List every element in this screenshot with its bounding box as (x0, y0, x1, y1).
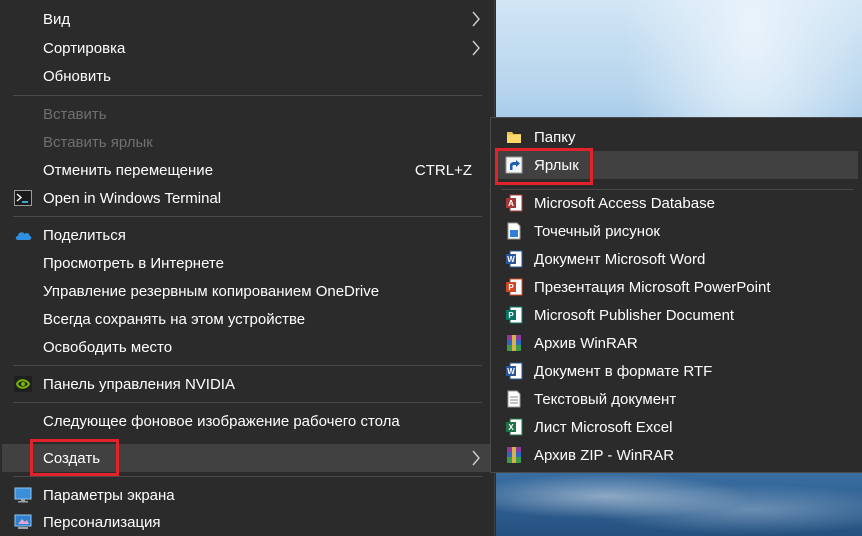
submenu-item-rtf[interactable]: W Документ в формате RTF (496, 357, 858, 385)
menu-item-label: Обновить (43, 67, 111, 85)
winrar-icon (507, 335, 521, 351)
chevron-right-icon (472, 11, 480, 27)
submenu-item-label: Точечный рисунок (534, 222, 660, 240)
svg-text:X: X (508, 423, 514, 432)
submenu-item-shortcut[interactable]: Ярлык (496, 151, 858, 179)
submenu-item-label: Презентация Microsoft PowerPoint (534, 278, 771, 296)
menu-item-label: Вставить (43, 105, 107, 123)
menu-separator (13, 365, 482, 366)
submenu-item-label: Microsoft Publisher Document (534, 306, 735, 324)
menu-separator (13, 476, 482, 477)
menu-item-label: Вставить ярлык (43, 133, 153, 151)
personalization-icon (14, 514, 32, 529)
onedrive-cloud-icon (15, 232, 32, 240)
menu-item-view[interactable]: Вид (2, 5, 492, 33)
menu-item-view-online[interactable]: Просмотреть в Интернете (2, 249, 492, 277)
excel-icon: X (506, 418, 523, 436)
submenu-item-folder[interactable]: Папку (496, 123, 858, 151)
menu-item-label: Всегда сохранять на этом устройстве (43, 310, 306, 328)
submenu-item-word[interactable]: W Документ Microsoft Word (496, 245, 858, 273)
menu-item-label: Вид (43, 10, 71, 28)
display-settings-icon (14, 487, 32, 503)
svg-text:P: P (508, 283, 514, 292)
rtf-icon: W (506, 362, 523, 380)
menu-item-sort[interactable]: Сортировка (2, 34, 492, 62)
submenu-item-zip-winrar[interactable]: Архив ZIP - WinRAR (496, 441, 858, 469)
svg-text:W: W (507, 367, 515, 376)
menu-item-paste: Вставить (2, 100, 492, 128)
submenu-item-label: Папку (534, 128, 576, 146)
menu-item-paste-shortcut: Вставить ярлык (2, 128, 492, 156)
submenu-item-label: Текстовый документ (534, 390, 677, 408)
menu-item-share[interactable]: Поделиться (2, 221, 492, 249)
svg-text:A: A (508, 199, 514, 208)
word-icon: W (506, 250, 523, 268)
terminal-icon (14, 190, 32, 206)
publisher-icon: P (506, 306, 523, 324)
menu-item-nvidia-panel[interactable]: Панель управления NVIDIA (2, 370, 492, 398)
submenu-item-excel[interactable]: X Лист Microsoft Excel (496, 413, 858, 441)
nvidia-icon (14, 376, 32, 392)
desktop-context-menu: Вид Сортировка Обновить Вставить Вставит… (0, 0, 495, 536)
submenu-item-access[interactable]: A Microsoft Access Database (496, 189, 858, 217)
wallpaper-wave (496, 470, 862, 536)
submenu-item-label: Ярлык (534, 156, 579, 174)
folder-icon (507, 132, 521, 143)
shortcut-hint: CTRL+Z (414, 161, 472, 179)
menu-item-label: Параметры экрана (43, 486, 175, 504)
submenu-item-label: Документ Microsoft Word (534, 250, 706, 268)
bitmap-icon (507, 222, 521, 240)
menu-item-label: Open in Windows Terminal (43, 189, 222, 207)
menu-separator (13, 216, 482, 217)
shortcut-icon (505, 156, 523, 174)
submenu-item-publisher[interactable]: P Microsoft Publisher Document (496, 301, 858, 329)
submenu-item-label: Архив WinRAR (534, 334, 638, 352)
menu-item-label: Следующее фоновое изображение рабочего с… (43, 412, 400, 430)
menu-item-label: Поделиться (43, 226, 126, 244)
menu-item-next-wallpaper[interactable]: Следующее фоновое изображение рабочего с… (2, 407, 492, 435)
submenu-item-powerpoint[interactable]: P Презентация Microsoft PowerPoint (496, 273, 858, 301)
powerpoint-icon: P (506, 278, 523, 296)
new-submenu: Папку Ярлык A Microsoft Access Database … (490, 117, 862, 473)
menu-separator (13, 95, 482, 96)
menu-item-refresh[interactable]: Обновить (2, 62, 492, 90)
menu-item-label: Управление резервным копированием OneDri… (43, 282, 380, 300)
chevron-right-icon (472, 450, 480, 466)
menu-item-open-terminal[interactable]: Open in Windows Terminal (2, 184, 492, 212)
menu-item-new[interactable]: Создать (2, 444, 492, 472)
menu-item-display-settings[interactable]: Параметры экрана (2, 481, 492, 509)
menu-item-label: Освободить место (43, 338, 173, 356)
text-document-icon (507, 390, 521, 408)
menu-item-label: Отменить перемещение (43, 161, 214, 179)
menu-separator (13, 402, 482, 403)
submenu-item-bitmap[interactable]: Точечный рисунок (496, 217, 858, 245)
svg-text:W: W (507, 255, 515, 264)
submenu-item-text[interactable]: Текстовый документ (496, 385, 858, 413)
menu-item-always-keep[interactable]: Всегда сохранять на этом устройстве (2, 305, 492, 333)
submenu-item-winrar[interactable]: Архив WinRAR (496, 329, 858, 357)
submenu-item-label: Архив ZIP - WinRAR (534, 446, 675, 464)
menu-item-personalization[interactable]: Персонализация (2, 508, 492, 536)
menu-item-label: Создать (43, 449, 101, 467)
access-icon: A (506, 194, 523, 212)
menu-item-manage-backup[interactable]: Управление резервным копированием OneDri… (2, 277, 492, 305)
menu-item-label: Персонализация (43, 513, 161, 531)
menu-item-label: Просмотреть в Интернете (43, 254, 224, 272)
menu-item-undo-move[interactable]: Отменить перемещение CTRL+Z (2, 156, 492, 184)
svg-text:P: P (508, 311, 514, 320)
menu-item-label: Панель управления NVIDIA (43, 375, 235, 393)
menu-item-label: Сортировка (43, 39, 126, 57)
submenu-item-label: Microsoft Access Database (534, 194, 715, 212)
submenu-item-label: Документ в формате RTF (534, 362, 713, 380)
submenu-item-label: Лист Microsoft Excel (534, 418, 673, 436)
chevron-right-icon (472, 40, 480, 56)
winrar-icon (507, 447, 521, 463)
menu-item-free-space[interactable]: Освободить место (2, 333, 492, 361)
